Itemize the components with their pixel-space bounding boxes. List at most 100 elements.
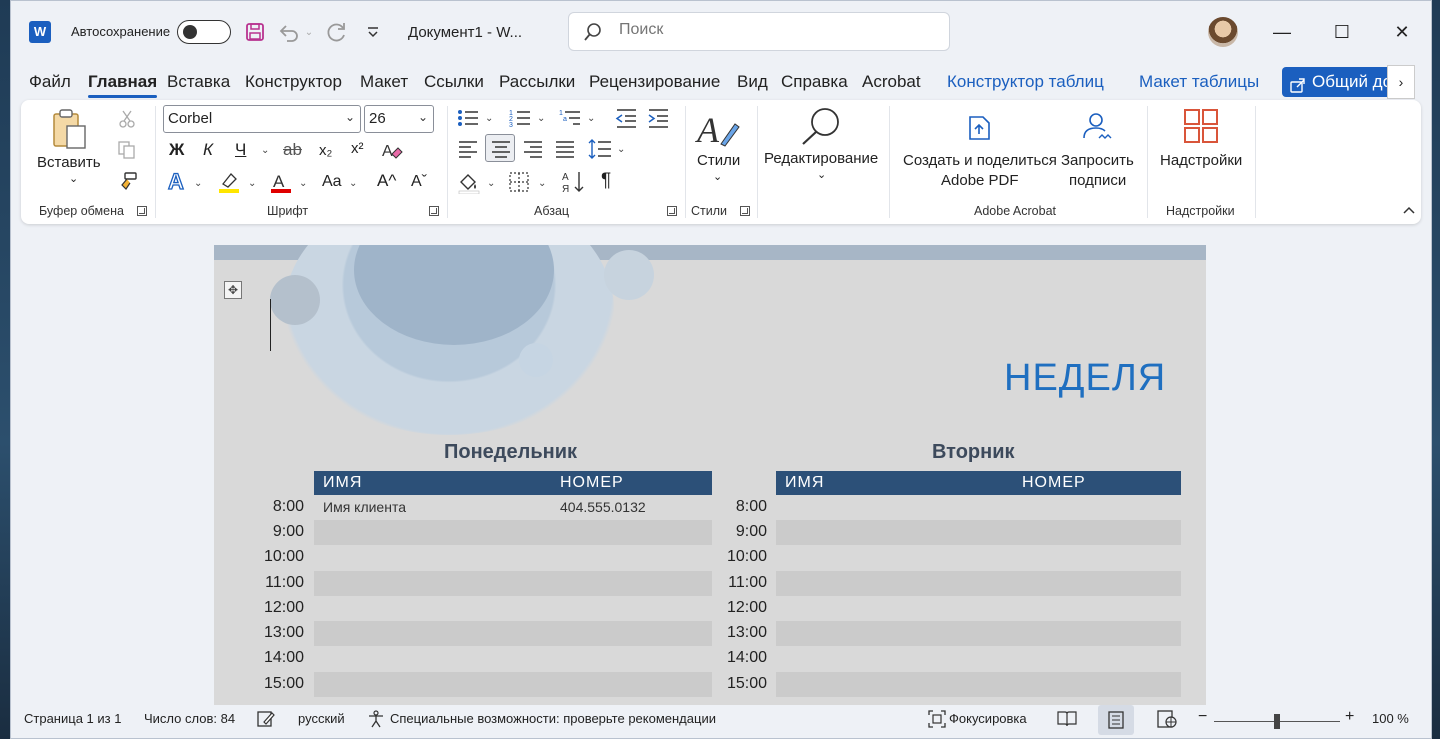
focus-icon[interactable] — [928, 710, 946, 731]
search-input[interactable] — [619, 21, 919, 39]
styles-label[interactable]: Стили — [697, 152, 740, 169]
tab-review[interactable]: Рецензирование — [589, 72, 720, 92]
borders-icon[interactable] — [509, 172, 529, 195]
tab-mailings[interactable]: Рассылки — [499, 72, 575, 92]
styles-icon[interactable]: A — [695, 108, 741, 153]
focus-mode-button[interactable]: Фокусировка — [949, 711, 1027, 726]
zoom-level[interactable]: 100 % — [1372, 711, 1409, 726]
table-row[interactable] — [776, 621, 1181, 646]
request-signatures-label-2[interactable]: подписи — [1069, 172, 1126, 189]
font-color-dropdown-icon[interactable]: ⌄ — [299, 178, 307, 189]
table-row[interactable] — [314, 596, 712, 621]
grow-font-button[interactable]: A^ — [377, 171, 396, 191]
zoom-out-button[interactable]: − — [1198, 708, 1207, 726]
font-size-combo[interactable]: 26 ⌄ — [364, 105, 434, 133]
create-pdf-label-1[interactable]: Создать и поделиться — [903, 152, 1057, 169]
addins-label[interactable]: Надстройки — [1160, 152, 1242, 169]
editing-search-icon[interactable] — [799, 106, 843, 149]
table-row[interactable] — [776, 646, 1181, 671]
accessibility-icon[interactable] — [367, 710, 385, 731]
tab-insert[interactable]: Вставка — [167, 72, 230, 92]
line-spacing-dropdown-icon[interactable]: ⌄ — [617, 144, 625, 155]
styles-dropdown-icon[interactable]: ⌄ — [713, 170, 722, 183]
addins-icon[interactable] — [1183, 108, 1219, 147]
table-row[interactable] — [314, 672, 712, 697]
highlight-color-icon[interactable] — [217, 170, 241, 197]
table-row[interactable] — [776, 571, 1181, 596]
save-icon[interactable] — [243, 19, 267, 45]
align-right-icon[interactable] — [523, 140, 543, 161]
bold-button[interactable]: Ж — [169, 140, 184, 160]
underline-dropdown-icon[interactable]: ⌄ — [261, 145, 269, 156]
client-name-cell[interactable]: Имя клиента — [323, 499, 406, 515]
font-color-icon[interactable]: A — [270, 170, 292, 197]
create-pdf-icon[interactable] — [967, 114, 993, 145]
align-left-icon[interactable] — [458, 140, 478, 161]
bullets-dropdown-icon[interactable]: ⌄ — [485, 113, 493, 124]
underline-button[interactable]: Ч — [235, 140, 246, 160]
web-layout-icon[interactable] — [1157, 710, 1177, 731]
language-indicator[interactable]: русский — [298, 711, 345, 726]
line-spacing-icon[interactable] — [588, 139, 612, 162]
tab-table-design[interactable]: Конструктор таблиц — [947, 72, 1104, 92]
paste-label[interactable]: Вставить — [37, 154, 101, 171]
paste-icon[interactable] — [51, 108, 89, 155]
format-painter-icon[interactable] — [118, 171, 138, 194]
subscript-button[interactable]: x₂ — [319, 142, 332, 159]
table-row[interactable] — [776, 520, 1181, 545]
tab-view[interactable]: Вид — [737, 72, 768, 92]
tab-help[interactable]: Справка — [781, 72, 848, 92]
word-count[interactable]: Число слов: 84 — [144, 711, 235, 726]
editing-dropdown-icon[interactable]: ⌄ — [817, 168, 826, 181]
table-row[interactable] — [314, 520, 712, 545]
client-number-cell[interactable]: 404.555.0132 — [560, 499, 646, 515]
ribbon-scroll-right-button[interactable]: › — [1387, 65, 1415, 99]
bullets-icon[interactable] — [457, 108, 479, 131]
paste-dropdown-icon[interactable]: ⌄ — [69, 172, 78, 185]
paragraph-launcher-icon[interactable] — [667, 206, 677, 216]
tab-file[interactable]: Файл — [29, 72, 71, 92]
table-row[interactable] — [776, 672, 1181, 697]
print-layout-button[interactable] — [1098, 705, 1134, 735]
editing-label[interactable]: Редактирование — [764, 150, 878, 167]
multilevel-list-icon[interactable]: 1a — [559, 108, 581, 131]
table-row[interactable] — [314, 646, 712, 671]
tab-design[interactable]: Конструктор — [245, 72, 342, 92]
sort-icon[interactable]: AЯ — [562, 170, 586, 197]
autosave-toggle[interactable] — [177, 20, 231, 44]
tab-layout[interactable]: Макет — [360, 72, 408, 92]
font-launcher-icon[interactable] — [429, 206, 439, 216]
read-mode-icon[interactable] — [1057, 710, 1077, 731]
table-move-handle-icon[interactable]: ✥ — [224, 281, 242, 299]
text-effects-icon[interactable]: A — [167, 168, 189, 197]
tab-home[interactable]: Главная — [88, 72, 158, 98]
decrease-indent-icon[interactable] — [615, 108, 637, 131]
document-title[interactable]: Документ1 - W... — [408, 24, 522, 41]
styles-launcher-icon[interactable] — [740, 206, 750, 216]
undo-dropdown-icon[interactable]: ⌄ — [303, 19, 315, 45]
numbering-dropdown-icon[interactable]: ⌄ — [537, 113, 545, 124]
strikethrough-button[interactable]: ab — [283, 140, 302, 160]
table-row[interactable] — [314, 545, 712, 570]
cut-icon[interactable] — [119, 110, 135, 131]
close-button[interactable]: ✕ — [1382, 17, 1422, 47]
copy-icon[interactable] — [118, 141, 136, 162]
clear-formatting-icon[interactable]: A — [381, 140, 403, 165]
minimize-button[interactable]: — — [1262, 17, 1302, 47]
show-formatting-button[interactable]: ¶ — [601, 170, 611, 192]
shading-dropdown-icon[interactable]: ⌄ — [487, 178, 495, 189]
zoom-in-button[interactable]: + — [1345, 708, 1354, 726]
change-case-dropdown-icon[interactable]: ⌄ — [349, 178, 357, 189]
text-effects-dropdown-icon[interactable]: ⌄ — [194, 178, 202, 189]
collapse-ribbon-icon[interactable] — [1402, 202, 1416, 218]
zoom-slider-thumb[interactable] — [1274, 714, 1280, 729]
change-case-button[interactable]: Aa — [322, 173, 342, 191]
user-avatar[interactable] — [1208, 17, 1238, 47]
table-row[interactable] — [776, 596, 1181, 621]
request-signatures-icon[interactable] — [1081, 112, 1117, 145]
create-pdf-label-2[interactable]: Adobe PDF — [941, 172, 1019, 189]
accessibility-status[interactable]: Специальные возможности: проверьте реком… — [390, 711, 716, 726]
proofing-icon[interactable] — [257, 710, 275, 731]
numbering-icon[interactable]: 123 — [509, 108, 531, 131]
page-count[interactable]: Страница 1 из 1 — [24, 711, 121, 726]
